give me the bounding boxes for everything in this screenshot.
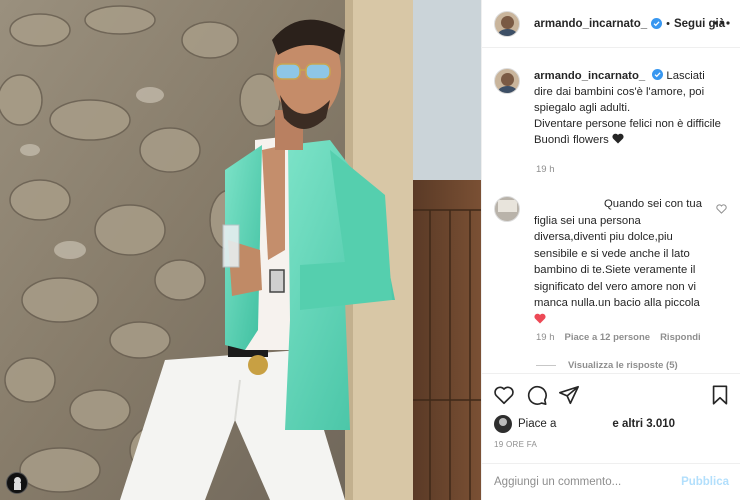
likes-summary: Piace a e altri 3.010	[494, 415, 675, 433]
paper-plane-icon[interactable]	[558, 384, 580, 406]
comment-like-heart-icon[interactable]	[716, 204, 727, 214]
likes-count-link[interactable]: e altri 3.010	[612, 418, 675, 430]
header-separator: •	[666, 17, 670, 30]
post-caption: armando_incarnato_ Lasciati dire dai bam…	[494, 68, 734, 148]
comment-time[interactable]: 19 h	[536, 332, 555, 343]
comment-meta: 19 h Piace a 12 persone Rispondi	[536, 332, 701, 343]
publish-button[interactable]: Pubblica	[681, 476, 729, 488]
comment-item: Quando sei con tua figlia sei una person…	[494, 196, 734, 328]
comment-likes-count[interactable]: Piace a 12 persone	[565, 332, 651, 343]
comment-text-body: tua figlia sei una persona diversa,diven…	[534, 198, 702, 309]
caption-time[interactable]: 19 h	[536, 164, 555, 175]
post-actions: Piace a e altri 3.010 19 ORE FA	[482, 373, 740, 463]
add-comment-bar: Pubblica	[482, 463, 740, 500]
caption-text: armando_incarnato_ Lasciati dire dai bam…	[534, 68, 724, 148]
verified-badge-icon	[652, 69, 664, 80]
author-username[interactable]: armando_incarnato_	[534, 18, 647, 30]
tagged-user-icon[interactable]	[6, 472, 28, 494]
comment-text: Quando sei con tua figlia sei una person…	[534, 196, 714, 328]
comment-input[interactable]	[494, 476, 664, 488]
verified-badge-icon	[651, 18, 663, 29]
caption-line-2: Diventare persone felici non è difficile	[534, 118, 721, 130]
heart-icon[interactable]	[493, 384, 515, 406]
red-heart-emoji-icon	[534, 313, 546, 323]
bookmark-icon[interactable]	[709, 384, 731, 406]
commenter-avatar[interactable]	[494, 196, 520, 222]
likes-prefix: Piace a	[518, 418, 557, 430]
caption-author-avatar[interactable]	[494, 68, 520, 94]
caption-username[interactable]: armando_incarnato_	[534, 70, 645, 82]
author-avatar[interactable]	[494, 10, 520, 37]
reply-button[interactable]: Rispondi	[660, 332, 701, 343]
liker-avatar[interactable]	[494, 415, 512, 433]
post-header: armando_incarnato_ • Segui già	[482, 0, 740, 48]
view-replies-button[interactable]: Visualizza le risposte (5)	[536, 360, 678, 371]
comment-text-lead: Quando sei con	[604, 198, 684, 210]
comment-bubble-icon[interactable]	[526, 384, 548, 406]
post-image	[0, 0, 481, 500]
more-options-icon[interactable]	[713, 16, 731, 30]
caption-line-3: Buondì flowers	[534, 134, 609, 146]
replies-divider	[536, 365, 556, 366]
post-sidebar: armando_incarnato_ • Segui già armando_i…	[481, 0, 740, 500]
view-replies-label: Visualizza le risposte (5)	[568, 360, 678, 371]
post-timestamp[interactable]: 19 ORE FA	[494, 440, 537, 449]
post-photo[interactable]	[0, 0, 481, 500]
black-heart-emoji-icon	[612, 133, 624, 144]
